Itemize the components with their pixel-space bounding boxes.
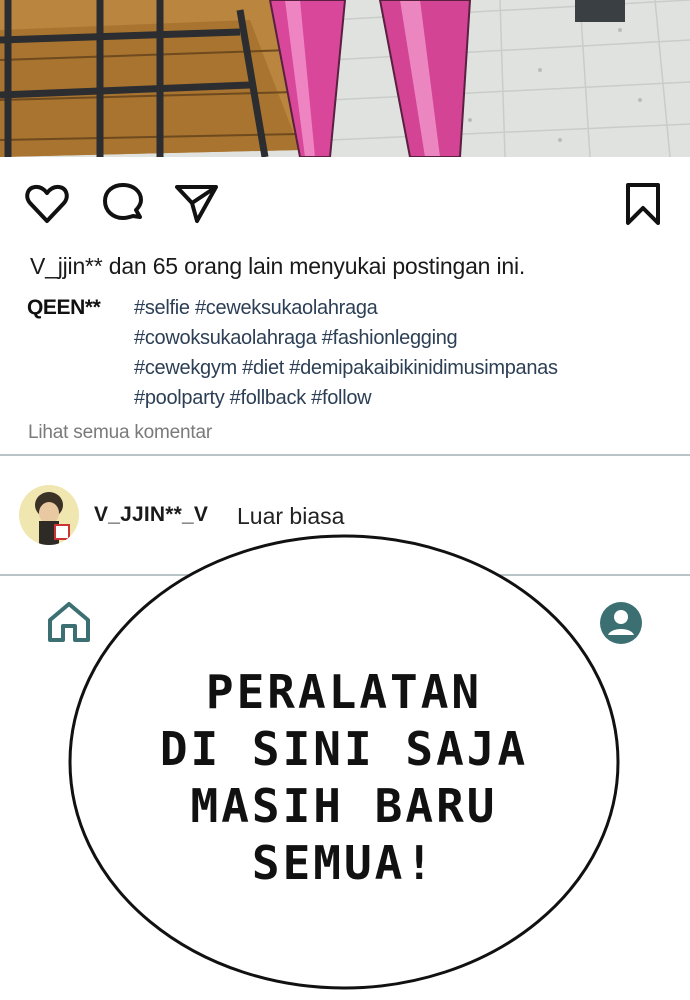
caption-username[interactable]: QEEN** <box>27 296 101 320</box>
bubble-line: SEMUA! <box>251 836 437 890</box>
likes-summary[interactable]: V_jjin** dan 65 orang lain menyukai post… <box>30 253 525 280</box>
bubble-line: MASIH BARU <box>190 779 498 833</box>
caption-hashtags: #selfie #ceweksukaolahraga #cowoksukaola… <box>134 293 558 413</box>
comment-username[interactable]: V_JJIN**_V <box>94 503 208 527</box>
view-all-comments-link[interactable]: Lihat semua komentar <box>28 422 212 444</box>
speech-bubble-text: PERALATAN DI SINI SAJA MASIH BARU SEMUA! <box>68 664 620 892</box>
post-photo-art <box>0 0 690 157</box>
bookmark-icon[interactable] <box>620 181 666 227</box>
heart-icon[interactable] <box>24 181 70 227</box>
paper-plane-icon[interactable] <box>173 181 219 227</box>
bubble-line: PERALATAN <box>205 665 483 719</box>
post-action-bar <box>0 157 690 247</box>
post-photo <box>0 0 690 157</box>
hashtag-line[interactable]: #selfie #ceweksukaolahraga <box>134 293 558 323</box>
comment-text: Luar biasa <box>237 503 345 529</box>
bubble-line: DI SINI SAJA <box>159 722 529 776</box>
hashtag-line[interactable]: #poolparty #follback #follow <box>134 383 558 413</box>
hashtag-line[interactable]: #cowoksukaolahraga #fashionlegging <box>134 323 558 353</box>
hashtag-line[interactable]: #cewekgym #diet #demipakaibikinidimusimp… <box>134 353 558 383</box>
comment-bubble-icon[interactable] <box>100 181 146 227</box>
divider <box>0 454 690 456</box>
